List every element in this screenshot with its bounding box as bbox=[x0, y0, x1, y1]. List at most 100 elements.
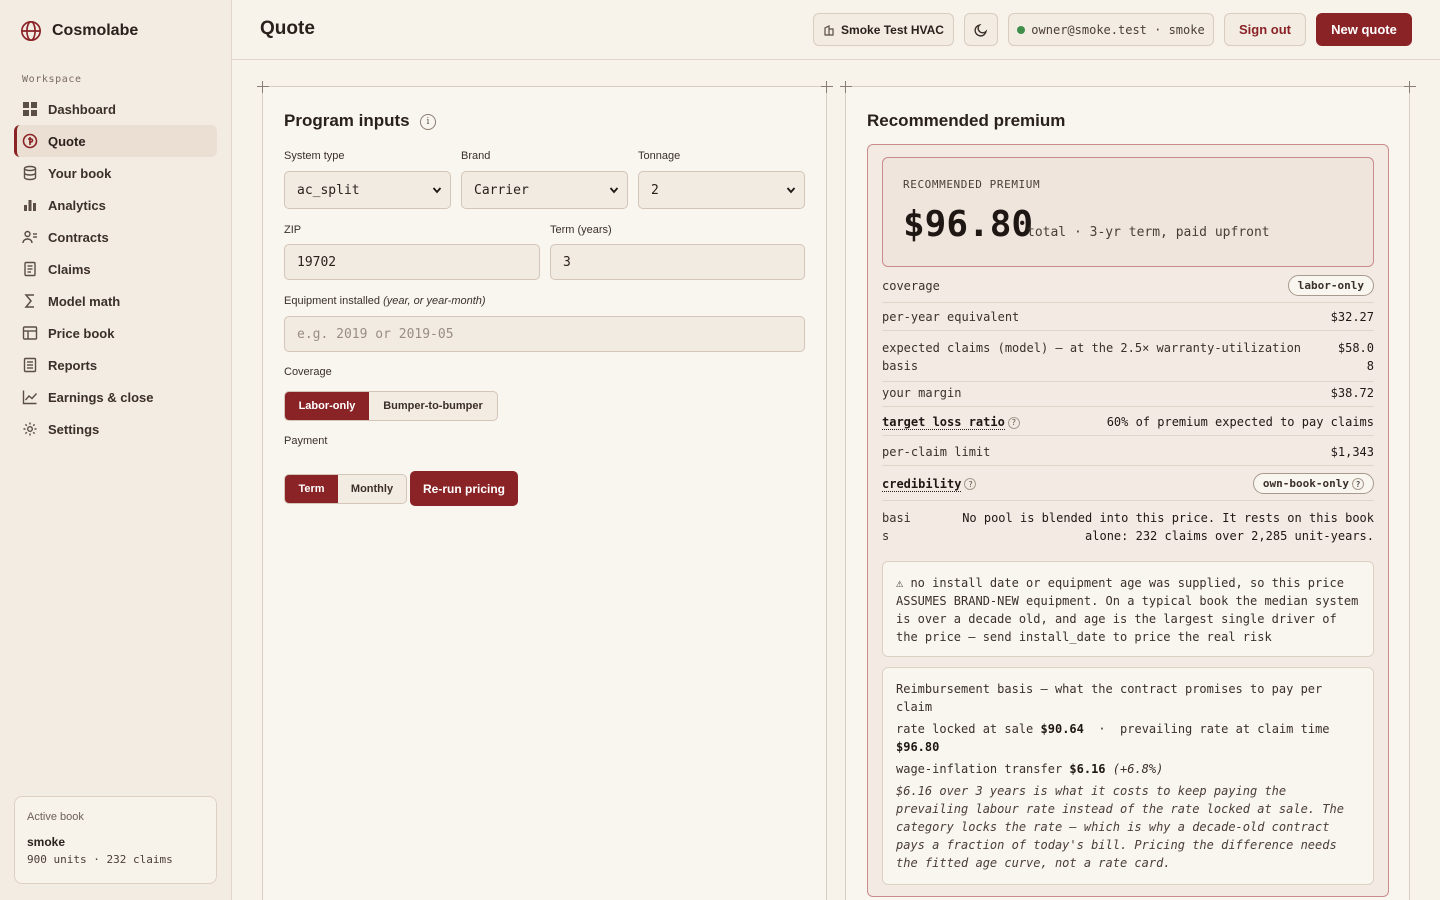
sidebar-item-label: Earnings & close bbox=[48, 389, 154, 405]
line-chart-icon bbox=[22, 390, 38, 405]
sidebar-item-label: Analytics bbox=[48, 197, 106, 213]
tenant-button[interactable]: Smoke Test HVAC bbox=[813, 13, 954, 46]
sign-out-button[interactable]: Sign out bbox=[1224, 13, 1306, 46]
reimbursement-note: $6.16 over 3 years is what it costs to k… bbox=[896, 784, 1344, 870]
sidebar-item-settings[interactable]: Settings bbox=[14, 413, 217, 445]
panel-title: Program inputs bbox=[284, 111, 410, 130]
zip-input[interactable]: 19702 bbox=[284, 244, 540, 280]
term-input[interactable]: 3 bbox=[550, 244, 805, 280]
equipment-input[interactable]: e.g. 2019 or 2019-05 bbox=[284, 316, 805, 352]
sidebar-item-label: Your book bbox=[48, 165, 112, 181]
sidebar-item-reports[interactable]: Reports bbox=[14, 349, 217, 381]
row-per-year: per-year equivalent $32.27 bbox=[882, 310, 1374, 331]
equipment-label-text: Equipment installed bbox=[284, 295, 381, 307]
tonnage-select[interactable]: 2 bbox=[638, 171, 805, 209]
prevailing-label: prevailing rate at claim time bbox=[1120, 722, 1330, 736]
sidebar-item-claims[interactable]: Claims bbox=[14, 253, 217, 285]
row-key[interactable]: target loss ratio bbox=[882, 415, 1005, 430]
building-icon bbox=[824, 24, 834, 36]
coverage-option-labor-only[interactable]: Labor-only bbox=[285, 392, 369, 420]
table-icon bbox=[22, 326, 38, 340]
brand-select[interactable]: Carrier bbox=[461, 171, 628, 209]
row-value: No pool is blended into this price. It r… bbox=[962, 511, 1374, 543]
sidebar-item-quote[interactable]: Quote bbox=[14, 125, 217, 157]
premium-amount-sub: total · 3-yr term, paid upfront bbox=[1027, 225, 1270, 240]
premium-caption: RECOMMENDED PREMIUM bbox=[903, 178, 1041, 191]
equipment-label: Equipment installed (year, or year-month… bbox=[284, 295, 486, 307]
corner-mark-icon bbox=[821, 81, 833, 93]
row-key: your margin bbox=[882, 386, 962, 400]
gear-icon bbox=[23, 422, 37, 436]
report-icon bbox=[23, 357, 37, 373]
active-book-label: Active book bbox=[27, 811, 84, 823]
row-key-wrap: credibility? bbox=[882, 476, 977, 492]
premium-card: RECOMMENDED PREMIUM $96.80 total · 3-yr … bbox=[867, 144, 1389, 897]
row-value: $38.72 bbox=[1330, 386, 1374, 400]
transfer-pct: (+6.8%) bbox=[1112, 762, 1164, 776]
row-credibility: credibility? own-book-only? bbox=[882, 473, 1374, 501]
tonnage-label: Tonnage bbox=[638, 150, 681, 162]
sidebar-item-your-book[interactable]: Your book bbox=[14, 157, 217, 189]
transfer-value: $6.16 bbox=[1069, 762, 1106, 776]
row-expected-claims: expected claims (model) — at the 2.5× wa… bbox=[882, 339, 1374, 382]
reimbursement-heading: Reimbursement basis — what the contract … bbox=[896, 682, 1323, 714]
chevron-down-icon bbox=[609, 187, 619, 194]
sidebar-item-analytics[interactable]: Analytics bbox=[14, 189, 217, 221]
sidebar-item-label: Contracts bbox=[48, 229, 109, 245]
quote-icon bbox=[22, 133, 38, 149]
payment-option-monthly[interactable]: Monthly bbox=[338, 475, 406, 503]
topbar: Quote Smoke Test HVAC owner@smoke.test ·… bbox=[232, 0, 1440, 60]
sidebar-item-dashboard[interactable]: Dashboard bbox=[14, 93, 217, 125]
sidebar-item-contracts[interactable]: Contracts bbox=[14, 221, 217, 253]
corner-mark-icon bbox=[1404, 81, 1416, 93]
rerun-pricing-button[interactable]: Re-run pricing bbox=[410, 471, 518, 506]
document-icon bbox=[24, 261, 36, 277]
coverage-option-bumper-to-bumper[interactable]: Bumper-to-bumper bbox=[369, 392, 497, 420]
system-type-select[interactable]: ac_split bbox=[284, 171, 451, 209]
globe-icon bbox=[21, 21, 41, 41]
dashboard-icon bbox=[23, 102, 37, 116]
moon-icon bbox=[974, 23, 988, 37]
row-key: coverage bbox=[882, 278, 940, 293]
row-key: per-year equivalent bbox=[882, 310, 1020, 324]
sidebar: Cosmolabe Workspace Dashboard Quote Your… bbox=[0, 0, 232, 900]
app-name: Cosmolabe bbox=[52, 22, 139, 39]
help-icon[interactable]: ? bbox=[1007, 416, 1020, 429]
brand-value: Carrier bbox=[474, 182, 529, 198]
user-badge[interactable]: owner@smoke.test · smoke bbox=[1008, 13, 1214, 46]
sidebar-item-label: Reports bbox=[48, 357, 98, 373]
brand-label: Brand bbox=[461, 150, 491, 162]
row-value: $58.08 bbox=[1337, 341, 1374, 373]
zip-label: ZIP bbox=[284, 224, 302, 236]
premium-amount: $96.80 bbox=[903, 204, 1034, 245]
info-icon[interactable]: i bbox=[420, 114, 436, 130]
recommended-premium-panel: Recommended premium RECOMMENDED PREMIUM … bbox=[840, 81, 1416, 900]
premium-summary: RECOMMENDED PREMIUM $96.80 total · 3-yr … bbox=[882, 157, 1374, 267]
payment-toggle: Term Monthly bbox=[284, 474, 407, 504]
active-book-card[interactable]: Active book smoke 900 units · 232 claims bbox=[14, 796, 217, 884]
sidebar-nav: Dashboard Quote Your book Analytics Cont… bbox=[14, 93, 217, 445]
reimbursement-rates: rate locked at sale $90.64 · prevailing … bbox=[896, 720, 1360, 756]
status-dot-icon bbox=[1017, 25, 1026, 34]
sidebar-item-model-math[interactable]: Model math bbox=[14, 285, 217, 317]
row-value: $32.27 bbox=[1330, 310, 1374, 324]
payment-label: Payment bbox=[284, 435, 328, 447]
page-title: Quote bbox=[260, 18, 315, 39]
new-quote-button[interactable]: New quote bbox=[1316, 13, 1412, 46]
help-icon[interactable]: ? bbox=[964, 478, 977, 490]
system-type-value: ac_split bbox=[297, 182, 360, 198]
separator: · bbox=[1098, 722, 1106, 736]
sidebar-item-price-book[interactable]: Price book bbox=[14, 317, 217, 349]
term-label: Term (years) bbox=[550, 224, 612, 236]
sidebar-item-label: Settings bbox=[48, 421, 100, 437]
chevron-down-icon bbox=[786, 187, 796, 194]
credibility-pill[interactable]: own-book-only? bbox=[1252, 473, 1374, 494]
brand[interactable]: Cosmolabe bbox=[20, 20, 138, 42]
age-warning: ⚠ no install date or equipment age was s… bbox=[882, 561, 1374, 657]
row-key[interactable]: credibility bbox=[882, 476, 962, 492]
row-per-claim-limit: per-claim limit $1,343 bbox=[882, 445, 1374, 466]
row-key-wrap: target loss ratio? bbox=[882, 415, 1020, 430]
sidebar-item-earnings-close[interactable]: Earnings & close bbox=[14, 381, 217, 413]
payment-option-term[interactable]: Term bbox=[285, 475, 338, 503]
theme-toggle-button[interactable] bbox=[964, 13, 998, 46]
